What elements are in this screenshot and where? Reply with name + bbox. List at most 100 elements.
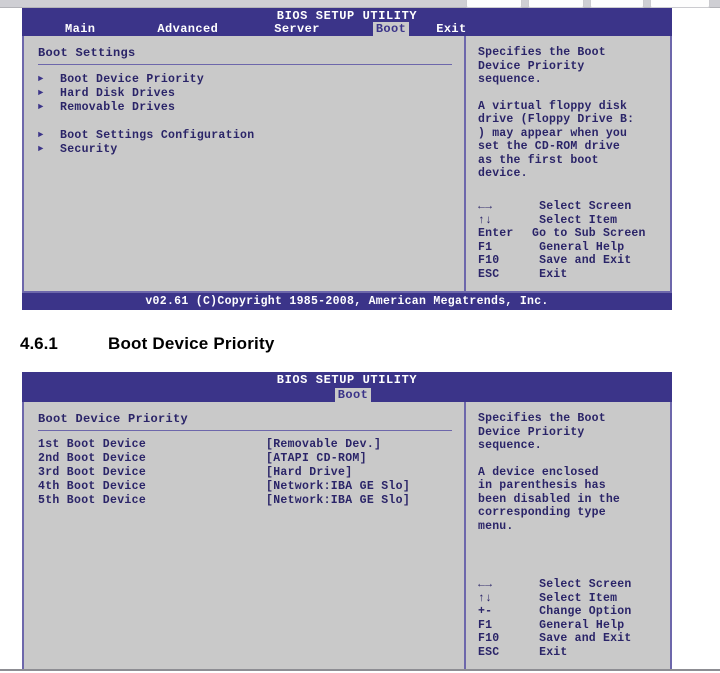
page-bottom-edge [0, 669, 720, 673]
boot-device-label: 1st Boot Device [38, 438, 147, 451]
nav-key-select-item: ↑↓ Select Item [478, 214, 678, 228]
menu-item-label: Removable Drives [60, 100, 176, 114]
nav-key-label: ESC [478, 645, 500, 659]
triangle-right-icon: ► [38, 88, 44, 98]
triangle-right-icon: ► [38, 102, 44, 112]
bios-screen-boot-settings: BIOS SETUP UTILITY Main Advanced Server … [22, 8, 672, 310]
nav-key-desc: Select Screen [532, 200, 632, 213]
nav-key-label: +- [478, 605, 493, 618]
nav-key-desc: Exit [532, 645, 568, 659]
settings-panel: Boot Settings ► Boot Device Priority ► H… [24, 36, 464, 291]
menu-item-label: Hard Disk Drives [60, 86, 176, 100]
menu-item-label: Boot Device Priority [60, 72, 205, 86]
boot-device-label: 3rd Boot Device [38, 466, 147, 479]
nav-key-f1: F1 General Help [478, 241, 678, 255]
bios-menu-tabs: Main Advanced Server Boot Exit [22, 22, 672, 36]
tab-boot[interactable]: Boot [372, 22, 410, 36]
arrow-left-right-icon: ←→ [478, 200, 493, 213]
nav-key-label: ESC [478, 267, 500, 281]
toolbar-chip-3[interactable] [590, 0, 644, 8]
menu-item-hard-disk-drives[interactable]: ► Hard Disk Drives [38, 86, 452, 100]
menu-item-security[interactable]: ► Security [38, 142, 452, 156]
nav-key-label: Enter [478, 227, 514, 240]
help-spacer [478, 87, 664, 100]
help-paragraph-1: Specifies the Boot Device Priority seque… [478, 412, 606, 452]
table-row[interactable]: 5th Boot Device [Network:IBA GE Slo] [38, 494, 452, 508]
nav-key-f10: F10 Save and Exit [478, 632, 678, 646]
table-row[interactable]: 3rd Boot Device [Hard Drive] [38, 466, 452, 480]
boot-device-value[interactable]: [Network:IBA GE Slo] [266, 480, 410, 494]
table-row[interactable]: 4th Boot Device [Network:IBA GE Slo] [38, 480, 452, 494]
nav-key-change-option: +- Change Option [478, 605, 678, 619]
boot-device-value[interactable]: [ATAPI CD-ROM] [266, 452, 367, 466]
menu-item-boot-settings-configuration[interactable]: ► Boot Settings Configuration [38, 128, 452, 142]
navigation-key-legend: ←→ Select Screen ↑↓ Select Item +- Chang… [478, 578, 678, 659]
triangle-right-icon: ► [38, 130, 44, 140]
tab-exit[interactable]: Exit [433, 22, 469, 36]
boot-device-label: 2nd Boot Device [38, 452, 147, 465]
menu-item-label: Security [60, 142, 118, 156]
help-paragraph-2: A virtual floppy disk drive (Floppy Driv… [478, 99, 635, 181]
boot-device-label: 4th Boot Device [38, 480, 147, 493]
nav-key-esc: ESC Exit [478, 268, 678, 282]
bios-title: BIOS SETUP UTILITY [276, 373, 418, 387]
bios-body: Boot Device Priority 1st Boot Device [Re… [22, 402, 672, 673]
nav-key-desc: Select Item [532, 213, 618, 227]
nav-key-label: F10 [478, 632, 500, 645]
menu-item-removable-drives[interactable]: ► Removable Drives [38, 100, 452, 114]
nav-key-f1: F1 General Help [478, 619, 678, 633]
boot-device-panel-title: Boot Device Priority [38, 412, 189, 426]
section-title-text: Boot Device Priority [108, 334, 275, 353]
boot-device-label: 5th Boot Device [38, 494, 147, 507]
triangle-right-icon: ► [38, 144, 44, 154]
boot-settings-menu: ► Boot Device Priority ► Hard Disk Drive… [38, 72, 452, 156]
toolbar-chip-4[interactable] [650, 0, 710, 8]
table-row[interactable]: 2nd Boot Device [ATAPI CD-ROM] [38, 452, 452, 466]
tab-main[interactable]: Main [62, 22, 98, 36]
title-divider [38, 64, 452, 65]
boot-device-priority-panel: Boot Device Priority 1st Boot Device [Re… [24, 402, 464, 673]
settings-panel-title: Boot Settings [38, 46, 136, 60]
help-panel: Specifies the Boot Device Priority seque… [464, 402, 670, 673]
boot-device-value[interactable]: [Network:IBA GE Slo] [266, 494, 410, 508]
tab-server[interactable]: Server [271, 22, 323, 36]
nav-key-select-item: ↑↓ Select Item [478, 592, 678, 606]
title-divider [38, 430, 452, 431]
nav-key-desc: Select Item [532, 591, 618, 605]
bios-title: BIOS SETUP UTILITY [276, 9, 418, 23]
boot-device-value[interactable]: [Removable Dev.] [266, 438, 381, 452]
nav-key-esc: ESC Exit [478, 646, 678, 660]
help-panel: Specifies the Boot Device Priority seque… [464, 36, 670, 291]
table-row[interactable]: 1st Boot Device [Removable Dev.] [38, 438, 452, 452]
menu-item-label: Boot Settings Configuration [60, 128, 255, 142]
nav-key-desc: Change Option [532, 605, 632, 618]
tab-boot[interactable]: Boot [334, 388, 372, 402]
help-paragraph-1: Specifies the Boot Device Priority seque… [478, 46, 606, 86]
nav-key-enter: Enter Go to Sub Screen [478, 227, 678, 241]
arrow-up-down-icon: ↑↓ [478, 591, 493, 605]
nav-key-select-screen: ←→ Select Screen [478, 200, 678, 214]
menu-item-boot-device-priority[interactable]: ► Boot Device Priority [38, 72, 452, 86]
triangle-right-icon: ► [38, 74, 44, 84]
help-spacer [478, 453, 664, 466]
toolbar-chip-1[interactable] [466, 0, 522, 8]
nav-key-label: F1 [478, 240, 493, 254]
tab-advanced[interactable]: Advanced [154, 22, 221, 36]
nav-key-desc: Exit [532, 267, 568, 281]
nav-key-desc: Save and Exit [532, 632, 632, 645]
navigation-key-legend: ←→ Select Screen ↑↓ Select Item Enter Go… [478, 200, 678, 281]
nav-key-desc: Select Screen [532, 578, 632, 591]
arrow-left-right-icon: ←→ [478, 578, 493, 591]
bios-screen-boot-device-priority: BIOS SETUP UTILITY Boot Boot Device Prio… [22, 372, 672, 673]
bios-footer-copyright: v02.61 (C)Copyright 1985-2008, American … [22, 293, 672, 310]
section-number: 4.6.1 [20, 334, 58, 353]
nav-key-desc: General Help [532, 240, 625, 254]
bios-menu-tabs: Boot [22, 388, 678, 402]
nav-key-label: F10 [478, 254, 500, 267]
bios-titlebar: BIOS SETUP UTILITY Main Advanced Server … [22, 8, 672, 36]
toolbar-chip-2[interactable] [528, 0, 584, 8]
host-toolbar-sliver [0, 0, 720, 8]
nav-key-desc: Save and Exit [532, 254, 632, 267]
boot-device-value[interactable]: [Hard Drive] [266, 466, 352, 480]
help-paragraph-2: A device enclosed in parenthesis has bee… [478, 465, 621, 533]
